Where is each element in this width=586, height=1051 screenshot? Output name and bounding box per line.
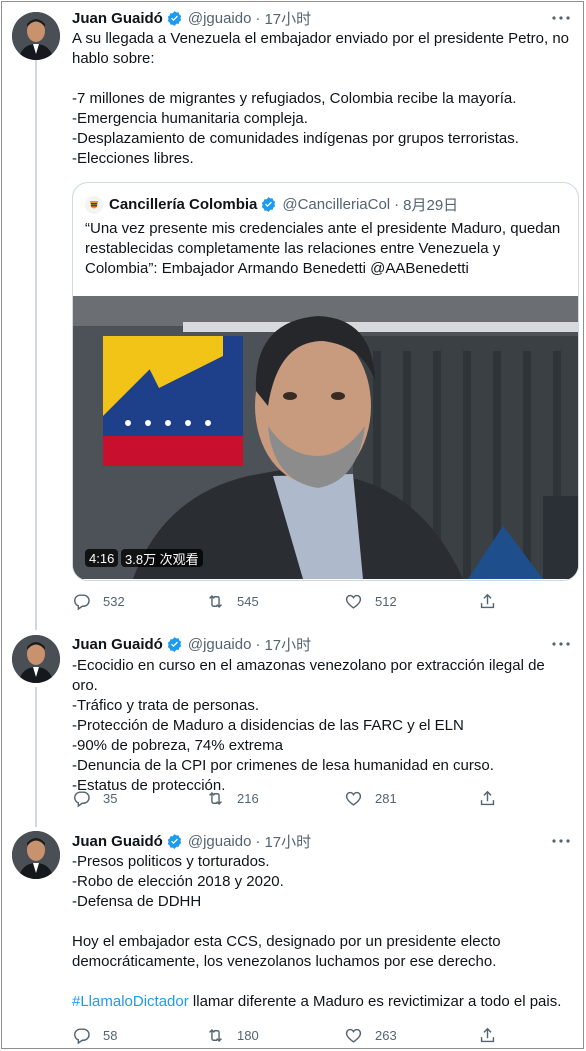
video-duration: 4:16	[85, 549, 119, 567]
tweet-2[interactable]: Juan Guaidó @jguaido · 17小时 -Ecocidio en…	[2, 630, 583, 826]
author-handle[interactable]: @jguaido	[188, 833, 252, 850]
quote-text: “Una vez presente mis credenciales ante …	[85, 220, 561, 277]
author-handle[interactable]: @jguaido	[188, 10, 252, 27]
reply-icon	[72, 1026, 103, 1045]
avatar[interactable]	[12, 831, 60, 879]
tweet-text: A su llegada a Venezuela el embajador en…	[72, 30, 570, 167]
tweet-3[interactable]: Juan Guaidó @jguaido · 17小时 -Presos poli…	[2, 826, 583, 1048]
reply-icon	[72, 789, 103, 808]
retweet-count: 216	[237, 791, 259, 806]
avatar[interactable]	[12, 12, 60, 60]
quote-author-name[interactable]: Cancillería Colombia	[109, 196, 257, 213]
reply-count: 35	[103, 791, 118, 806]
video-views: 3.8万 次观看	[121, 549, 203, 567]
reply-icon	[72, 592, 103, 611]
separator: ·	[255, 9, 261, 27]
retweet-button[interactable]: 545	[206, 592, 259, 611]
like-button[interactable]: 512	[344, 592, 397, 611]
reply-button[interactable]: 532	[72, 592, 125, 611]
retweet-button[interactable]: 216	[206, 789, 259, 808]
retweet-count: 180	[237, 1028, 259, 1043]
like-icon	[344, 1026, 375, 1045]
share-button[interactable]	[478, 789, 509, 808]
quote-header: Cancillería Colombia @CancilleriaCol · 8…	[85, 194, 458, 215]
verified-badge-icon	[166, 833, 183, 850]
author-name[interactable]: Juan Guaidó	[72, 10, 163, 27]
like-button[interactable]: 281	[344, 789, 397, 808]
tweet-time[interactable]: 17小时	[264, 831, 311, 852]
separator: ·	[255, 832, 261, 850]
share-button[interactable]	[478, 592, 509, 611]
share-button[interactable]	[478, 1026, 509, 1045]
like-button[interactable]: 263	[344, 1026, 397, 1045]
quote-avatar-icon	[85, 195, 103, 214]
tweet-actions: 58 180 263	[72, 1026, 502, 1046]
tweet-text-tail: llamar diferente a Maduro es revictimiza…	[188, 993, 562, 1010]
avatar[interactable]	[12, 635, 60, 683]
tweet-1[interactable]: Juan Guaidó @jguaido · 17小时 A su llegada…	[2, 2, 583, 630]
reply-count: 58	[103, 1028, 118, 1043]
author-handle[interactable]: @jguaido	[188, 636, 252, 653]
tweet-text: -Ecocidio en curso en el amazonas venezo…	[72, 657, 545, 794]
tweet-time[interactable]: 17小时	[264, 8, 311, 29]
reply-count: 532	[103, 594, 125, 609]
like-count: 281	[375, 791, 397, 806]
like-icon	[344, 789, 375, 808]
retweet-button[interactable]: 180	[206, 1026, 259, 1045]
tweet-header: Juan Guaidó @jguaido · 17小时	[72, 8, 311, 28]
more-icon[interactable]	[551, 831, 571, 851]
share-icon	[478, 592, 509, 611]
tweet-header: Juan Guaidó @jguaido · 17小时	[72, 634, 311, 654]
hashtag-link[interactable]: #LlamaloDictador	[72, 993, 189, 1010]
tweet-time[interactable]: 17小时	[264, 634, 311, 655]
like-count: 512	[375, 594, 397, 609]
video-thumbnail	[73, 296, 578, 579]
more-icon[interactable]	[551, 634, 571, 654]
reply-button[interactable]: 58	[72, 1026, 117, 1045]
separator: ·	[255, 635, 261, 653]
like-icon	[344, 592, 375, 611]
verified-badge-icon	[166, 636, 183, 653]
author-name[interactable]: Juan Guaidó	[72, 636, 163, 653]
tweet-actions: 532 545 512	[72, 592, 502, 612]
tweet-text: -Presos politicos y torturados. -Robo de…	[72, 852, 572, 1012]
share-icon	[478, 789, 509, 808]
tweet-header: Juan Guaidó @jguaido · 17小时	[72, 831, 311, 851]
reply-button[interactable]: 35	[72, 789, 117, 808]
retweet-icon	[206, 1026, 237, 1045]
quote-tweet[interactable]: Cancillería Colombia @CancilleriaCol · 8…	[72, 182, 579, 581]
quote-author-handle[interactable]: @CancilleriaCol	[282, 196, 390, 213]
more-icon[interactable]	[551, 8, 571, 28]
video-player[interactable]: 4:16 3.8万 次观看	[73, 296, 578, 579]
retweet-count: 545	[237, 594, 259, 609]
tweet-actions: 35 216 281	[72, 789, 502, 809]
separator: ·	[394, 196, 400, 213]
quote-time[interactable]: 8月29日	[403, 194, 458, 215]
share-icon	[478, 1026, 509, 1045]
like-count: 263	[375, 1028, 397, 1043]
retweet-icon	[206, 592, 237, 611]
tweet-text-main: -Presos politicos y torturados. -Robo de…	[72, 853, 501, 970]
timeline: Juan Guaidó @jguaido · 17小时 A su llegada…	[1, 1, 584, 1049]
verified-badge-icon	[166, 10, 183, 27]
author-name[interactable]: Juan Guaidó	[72, 833, 163, 850]
verified-badge-icon	[260, 196, 277, 213]
retweet-icon	[206, 789, 237, 808]
